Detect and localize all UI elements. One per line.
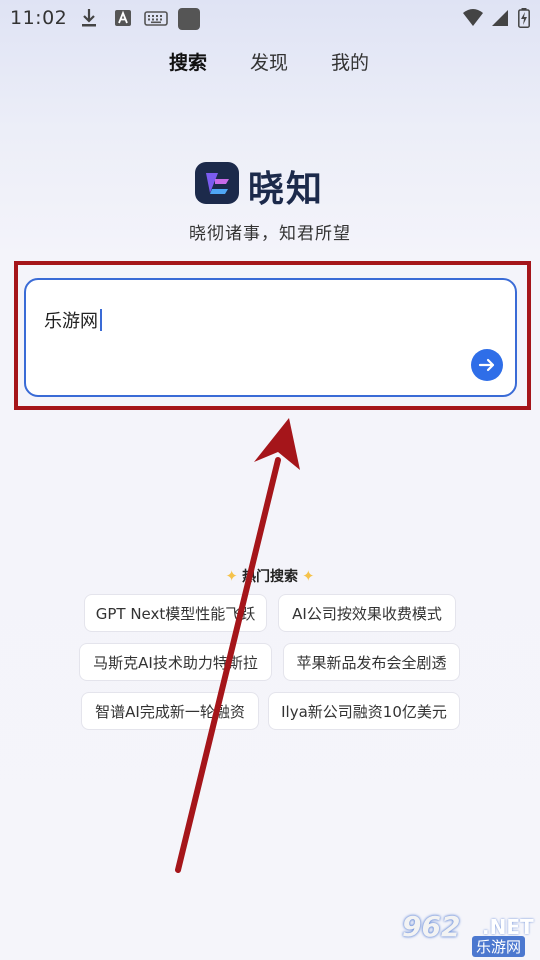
brand-name: 晓知 xyxy=(248,169,325,210)
search-input-value: 乐游网 xyxy=(44,311,98,332)
hot-search-chip[interactable]: 智谱AI完成新一轮融资 xyxy=(81,692,259,730)
status-time: 11:02 xyxy=(10,7,68,29)
hot-search-chip[interactable]: GPT Next模型性能飞跃 xyxy=(84,594,267,632)
hot-search-chip[interactable]: 苹果新品发布会全剧透 xyxy=(283,643,460,681)
search-input[interactable]: 乐游网 xyxy=(44,307,102,333)
arrow-right-icon xyxy=(478,358,495,372)
download-icon xyxy=(82,9,96,27)
keyboard-icon xyxy=(144,11,168,26)
app-logo-icon xyxy=(195,162,239,204)
wifi-icon xyxy=(463,9,483,26)
tab-search[interactable]: 搜索 xyxy=(169,48,207,75)
search-submit-button[interactable] xyxy=(471,349,503,381)
text-caret xyxy=(100,309,102,331)
tab-mine[interactable]: 我的 xyxy=(331,48,369,75)
sparkle-icon: ✦ xyxy=(302,567,315,585)
battery-charging-icon xyxy=(518,8,530,28)
search-box[interactable]: 乐游网 xyxy=(24,278,517,397)
status-bar: 11:02 xyxy=(0,0,540,36)
top-tabs: 搜索 发现 我的 xyxy=(0,48,540,74)
app-notification-icon xyxy=(178,8,200,30)
sparkle-icon: ✦ xyxy=(225,567,238,585)
signal-icon xyxy=(492,10,508,26)
hot-search-title-text: 热门搜索 xyxy=(242,569,298,585)
watermark-site-name: 乐游网 xyxy=(472,936,526,957)
annotation-arrow xyxy=(175,418,300,873)
watermark-number: 962 xyxy=(402,910,461,943)
hot-search-title: ✦ 热门搜索 ✦ xyxy=(0,566,540,586)
font-settings-icon xyxy=(115,10,131,26)
tab-discover[interactable]: 发现 xyxy=(250,48,288,75)
site-watermark: 962 .NET 乐游网 xyxy=(402,910,536,957)
hot-search-chip[interactable]: AI公司按效果收费模式 xyxy=(278,594,456,632)
hot-search-chip[interactable]: 马斯克AI技术助力特斯拉 xyxy=(79,643,272,681)
brand-tagline: 晓彻诸事，知君所望 xyxy=(189,224,351,244)
hot-search-chip[interactable]: Ilya新公司融资10亿美元 xyxy=(268,692,460,730)
